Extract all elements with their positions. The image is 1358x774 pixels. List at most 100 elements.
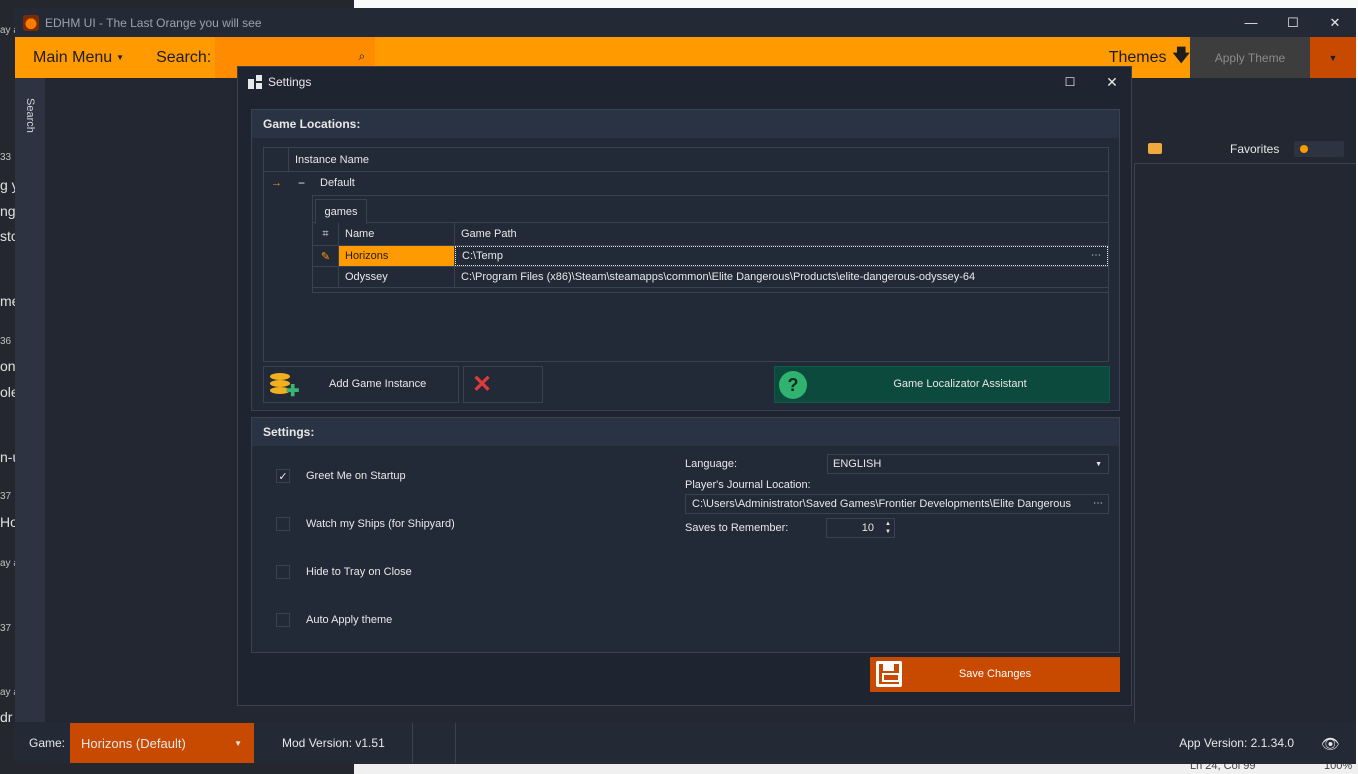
- checkbox-label: Watch my Ships (for Shipyard): [306, 518, 455, 530]
- language-select[interactable]: ENGLISH ▼: [827, 454, 1109, 474]
- window-title: EDHM UI - The Last Orange you will see: [45, 15, 262, 30]
- collapse-icon[interactable]: −: [289, 176, 314, 190]
- apply-theme-dropdown[interactable]: ▼: [1310, 37, 1356, 78]
- saves-to-remember-value: 10: [861, 522, 874, 534]
- caret-down-icon: ▼: [116, 53, 125, 62]
- arrow-down-icon: 🡇: [1172, 46, 1190, 65]
- save-changes-button[interactable]: Save Changes: [870, 657, 1120, 692]
- game-path-cell[interactable]: C:\Program Files (x86)\Steam\steamapps\c…: [455, 267, 1108, 287]
- delete-x-icon: ✕: [472, 371, 493, 398]
- themes-label: Themes: [1108, 48, 1167, 66]
- game-name-cell[interactable]: Odyssey: [339, 267, 455, 287]
- ellipsis-icon[interactable]: ⋯: [1091, 250, 1101, 261]
- ellipsis-icon[interactable]: ⋯: [1090, 498, 1103, 509]
- background-statusbar: Ln 24, Col 99 100%: [354, 760, 1358, 774]
- app-version: App Version: 2.1.34.0: [1179, 736, 1294, 750]
- name-column: Name: [339, 223, 455, 245]
- favorites-toggle[interactable]: [1294, 141, 1344, 157]
- checkbox[interactable]: [276, 517, 290, 531]
- title-bar: EDHM UI - The Last Orange you will see —…: [15, 8, 1356, 37]
- game-selector[interactable]: Horizons (Default) ▼: [70, 723, 255, 763]
- toggle-knob: [1300, 145, 1308, 153]
- save-changes-label: Save Changes: [958, 668, 1032, 680]
- apply-theme-button[interactable]: Apply Theme: [1190, 37, 1310, 78]
- add-game-instance-button[interactable]: ✚ Add Game Instance: [263, 366, 459, 403]
- main-menu-label: Main Menu: [33, 48, 113, 66]
- caret-down-icon: ▼: [1328, 52, 1338, 63]
- background-text-snippet: 36: [0, 336, 12, 347]
- checkbox[interactable]: ✓: [276, 469, 290, 483]
- background-text-snippet: dr: [0, 709, 13, 725]
- spinner-arrows-icon[interactable]: ▲ ▼: [885, 520, 891, 536]
- column-chooser-icon[interactable]: ⌗: [313, 223, 339, 245]
- divider: [411, 723, 413, 763]
- favorites-label: Favorites: [1230, 142, 1280, 156]
- divider: [454, 723, 456, 763]
- subgrid-header: ⌗ Name Game Path: [313, 223, 1108, 246]
- game-selector-value: Horizons (Default): [81, 735, 186, 751]
- auto-apply-option[interactable]: Auto Apply theme: [276, 613, 392, 627]
- saves-to-remember-label: Saves to Remember:: [685, 522, 789, 534]
- background-text-snippet: ng: [0, 203, 16, 219]
- hide-tray-option[interactable]: Hide to Tray on Close: [276, 565, 412, 579]
- row-pointer-icon: →: [271, 177, 282, 189]
- checkbox-label: Auto Apply theme: [306, 614, 393, 626]
- background-text-snippet: 37: [0, 623, 12, 634]
- game-name-cell[interactable]: Horizons: [339, 246, 455, 266]
- instance-name: Default: [320, 177, 355, 189]
- eye-icon[interactable]: 👁: [1321, 735, 1340, 753]
- dialog-maximize-button[interactable]: ☐: [1050, 67, 1090, 97]
- instance-name-column: Instance Name: [295, 153, 369, 166]
- table-row[interactable]: Odyssey C:\Program Files (x86)\Steam\ste…: [313, 267, 1108, 288]
- settings-group: Settings: ✓ Greet Me on Startup Watch my…: [251, 417, 1120, 653]
- table-row[interactable]: ✎ Horizons C:\Temp ⋯: [313, 246, 1108, 267]
- games-subgrid: games ⌗ Name Game Path ✎ Horizons C:\Tem…: [312, 195, 1109, 293]
- minimize-button[interactable]: —: [1230, 8, 1272, 37]
- checkbox-label: Greet Me on Startup: [306, 470, 406, 482]
- search-icon: ⌕: [358, 49, 366, 63]
- journal-location-label: Player's Journal Location:: [685, 479, 811, 491]
- checkbox[interactable]: [276, 565, 290, 579]
- game-path-column: Game Path: [461, 228, 517, 240]
- language-label: Language:: [685, 458, 737, 470]
- caret-down-icon: ▼: [1095, 460, 1102, 468]
- instances-grid: Instance Name → − Default games ⌗ Name G…: [263, 147, 1109, 362]
- watch-ships-option[interactable]: Watch my Ships (for Shipyard): [276, 517, 455, 531]
- background-text-snippet: 33: [0, 152, 12, 163]
- tab-games[interactable]: games: [315, 199, 367, 224]
- tab-strip: games: [313, 196, 1108, 224]
- pencil-icon: ✎: [313, 246, 339, 266]
- game-locations-header: Game Locations:: [252, 110, 1119, 138]
- maximize-button[interactable]: ☐: [1272, 8, 1314, 37]
- game-label: Game:: [29, 736, 66, 750]
- game-locations-group: Game Locations: Instance Name → − Defaul…: [251, 109, 1120, 411]
- main-menu-button[interactable]: Main Menu ▼: [33, 49, 124, 67]
- background-text-snippet: 37: [0, 491, 12, 502]
- checkbox[interactable]: [276, 613, 290, 627]
- side-rail[interactable]: Search: [15, 78, 45, 722]
- dialog-title: Settings: [268, 75, 312, 89]
- saves-to-remember-stepper[interactable]: 10 ▲ ▼: [826, 518, 895, 538]
- app-fox-icon: [23, 14, 39, 31]
- settings-window-icon: [248, 75, 262, 89]
- journal-location-field[interactable]: C:\Users\Administrator\Saved Games\Front…: [685, 494, 1109, 514]
- game-path-cell[interactable]: C:\Temp ⋯: [455, 246, 1108, 266]
- add-game-instance-label: Add Game Instance: [329, 378, 427, 390]
- game-localizator-assistant-label: Game Localizator Assistant: [893, 378, 1027, 390]
- dialog-close-button[interactable]: ✕: [1092, 67, 1132, 97]
- settings-dialog: Settings ☐ ✕ Game Locations: Instance Na…: [237, 66, 1132, 706]
- checkbox-label: Hide to Tray on Close: [306, 566, 412, 578]
- greet-startup-option[interactable]: ✓ Greet Me on Startup: [276, 469, 406, 483]
- caret-down-icon: ▼: [234, 738, 243, 748]
- side-rail-search-label: Search: [24, 98, 36, 133]
- delete-instance-button[interactable]: ✕: [463, 366, 543, 403]
- close-button[interactable]: ✕: [1314, 8, 1356, 37]
- mod-version: Mod Version: v1.51: [282, 736, 385, 750]
- instance-row[interactable]: → − Default: [264, 172, 1108, 194]
- language-value: ENGLISH: [833, 458, 882, 470]
- game-localizator-assistant-button[interactable]: ? Game Localizator Assistant: [774, 366, 1110, 403]
- dialog-title-bar: Settings ☐ ✕: [238, 67, 1131, 97]
- database-add-icon: ✚: [270, 371, 299, 400]
- search-label: Search:: [156, 48, 212, 66]
- journal-location-value: C:\Users\Administrator\Saved Games\Front…: [692, 498, 1072, 510]
